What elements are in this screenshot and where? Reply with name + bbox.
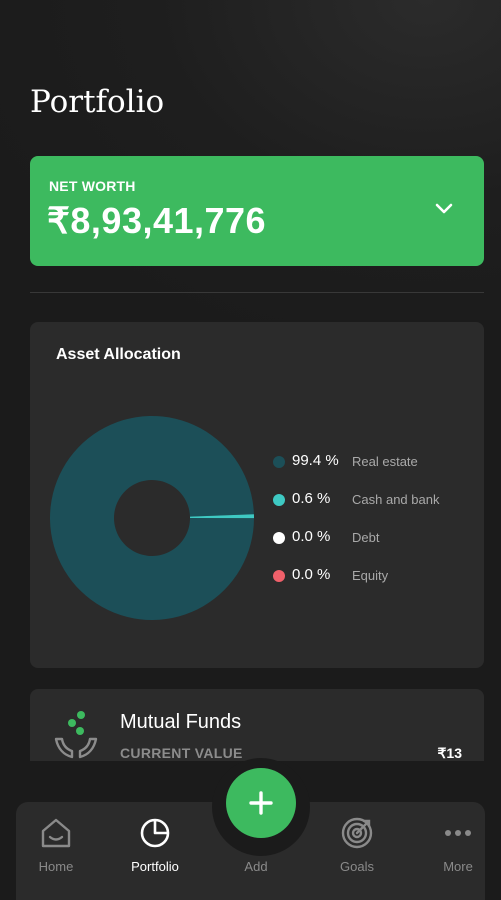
pie-chart-icon — [140, 818, 170, 848]
legend-dot — [273, 532, 285, 544]
nav-label: Add — [244, 859, 268, 874]
nav-item-portfolio[interactable]: Portfolio — [115, 802, 195, 900]
mutual-funds-card[interactable]: Mutual Funds CURRENT VALUE ₹13 — [30, 689, 484, 761]
divider — [30, 292, 484, 293]
current-value: ₹13 — [437, 745, 462, 761]
nav-label: Goals — [340, 859, 374, 874]
legend-label: Debt — [352, 530, 380, 545]
legend-dot — [273, 494, 285, 506]
plus-icon — [249, 791, 273, 815]
nav-label: Home — [38, 859, 74, 874]
net-worth-value: ₹8,93,41,776 — [47, 200, 267, 241]
net-worth-card[interactable]: NET WORTH ₹8,93,41,776 — [30, 156, 484, 266]
chevron-down-icon[interactable] — [434, 202, 454, 216]
mutual-funds-icon — [54, 711, 98, 759]
legend-dot — [273, 456, 285, 468]
legend-percent: 0.6 % — [292, 490, 331, 507]
home-icon — [41, 818, 71, 848]
page-title: Portfolio — [30, 84, 165, 120]
legend-label: Real estate — [352, 454, 418, 469]
add-button[interactable] — [226, 768, 296, 838]
nav-label: More — [443, 859, 473, 874]
asset-allocation-donut-chart — [50, 416, 254, 620]
legend-percent: 0.0 % — [292, 566, 331, 583]
nav-item-goals[interactable]: Goals — [317, 802, 397, 900]
asset-allocation-title: Asset Allocation — [56, 346, 181, 363]
mutual-funds-title: Mutual Funds — [120, 711, 242, 733]
legend-dot — [273, 570, 285, 582]
current-value-label: CURRENT VALUE — [120, 745, 243, 761]
legend-label: Cash and bank — [352, 492, 440, 507]
legend-percent: 0.0 % — [292, 528, 331, 545]
net-worth-label: NET WORTH — [49, 178, 136, 194]
target-icon — [341, 817, 373, 849]
legend-percent: 99.4 % — [292, 452, 339, 469]
legend-label: Equity — [352, 568, 389, 583]
asset-allocation-card: Asset Allocation 99.4 % Real estate 0.6 … — [30, 322, 484, 668]
more-dots-icon — [445, 830, 471, 836]
nav-item-more[interactable]: More — [418, 802, 498, 900]
nav-label: Portfolio — [131, 859, 179, 874]
nav-item-home[interactable]: Home — [16, 802, 96, 900]
